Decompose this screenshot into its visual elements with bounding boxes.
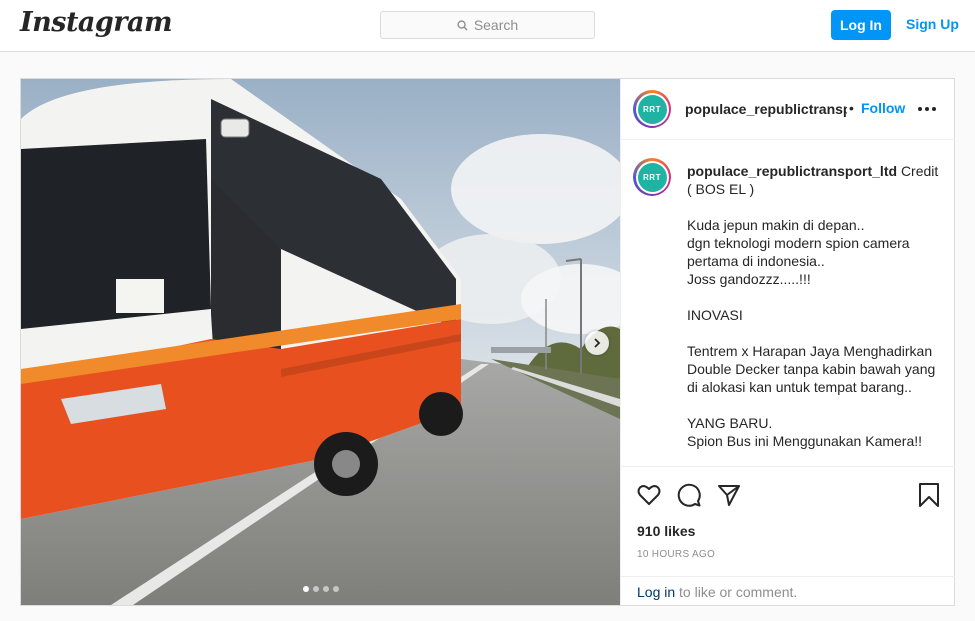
share-icon[interactable] [716, 482, 742, 508]
post-media[interactable] [21, 79, 620, 605]
carousel-dot [303, 586, 309, 592]
caption-line: Joss gandozzz.....!!! [687, 271, 811, 287]
comment-icon[interactable] [676, 482, 702, 508]
carousel-dot [323, 586, 329, 592]
caption-line [687, 288, 942, 306]
caption-line: Kuda jepun makin di depan.. [687, 217, 865, 233]
search-icon [457, 19, 468, 31]
post-timestamp[interactable]: 10 HOURS AGO [637, 549, 715, 560]
post-sidebar: RRT populace_republictransport_ltd • Fol… [620, 79, 955, 605]
search-placeholder: Search [473, 17, 519, 33]
next-slide-button[interactable] [585, 331, 609, 355]
comment-prompt-text: to like or comment. [679, 584, 798, 600]
comment-prompt: Log in to like or comment. [621, 576, 955, 605]
header-username[interactable]: populace_republictransport_ltd [685, 101, 847, 117]
carousel-indicator [303, 586, 339, 592]
caption-line [687, 198, 942, 216]
post-card: RRT populace_republictransport_ltd • Fol… [20, 78, 955, 606]
caption-avatar-text: RRT [637, 162, 667, 192]
top-navigation: Instagram Search Log In Sign Up [0, 0, 975, 52]
header-separator: • [849, 100, 854, 116]
like-heart-icon[interactable] [636, 482, 662, 508]
post-header: RRT populace_republictransport_ltd • Fol… [621, 79, 955, 140]
caption-line [687, 324, 942, 342]
caption-username[interactable]: populace_republictransport_ltd [687, 163, 897, 179]
avatar-text: RRT [637, 94, 667, 124]
post-caption: RRT populace_republictransport_ltd Credi… [621, 141, 955, 466]
bookmark-icon[interactable] [916, 482, 942, 508]
instagram-logo[interactable]: Instagram [20, 7, 173, 38]
chevron-right-icon [594, 338, 601, 348]
post-actions: 910 likes 10 HOURS AGO [621, 466, 955, 576]
caption-line: INOVASI [687, 307, 743, 323]
more-options-icon[interactable] [918, 101, 936, 117]
carousel-dot [313, 586, 319, 592]
login-link[interactable]: Log in [637, 584, 675, 600]
caption-line: Tentrem x Harapan Jaya Menghadirkan Doub… [687, 343, 936, 395]
caption-line: YANG BARU. [687, 415, 773, 431]
caption-avatar[interactable]: RRT [633, 158, 671, 196]
caption-line: Spion Bus ini Menggunakan Kamera!! [687, 433, 923, 449]
avatar[interactable]: RRT [633, 90, 671, 128]
caption-text: populace_republictransport_ltd Credit ( … [687, 162, 942, 450]
likes-count[interactable]: 910 likes [637, 523, 695, 539]
signup-link[interactable]: Sign Up [906, 16, 959, 32]
post-photo [21, 79, 620, 605]
login-button[interactable]: Log In [831, 10, 891, 40]
caption-line [687, 396, 942, 414]
search-input[interactable]: Search [380, 11, 595, 39]
carousel-dot [333, 586, 339, 592]
caption-line: dgn teknologi modern spion camera pertam… [687, 235, 910, 269]
follow-button[interactable]: Follow [861, 100, 905, 116]
